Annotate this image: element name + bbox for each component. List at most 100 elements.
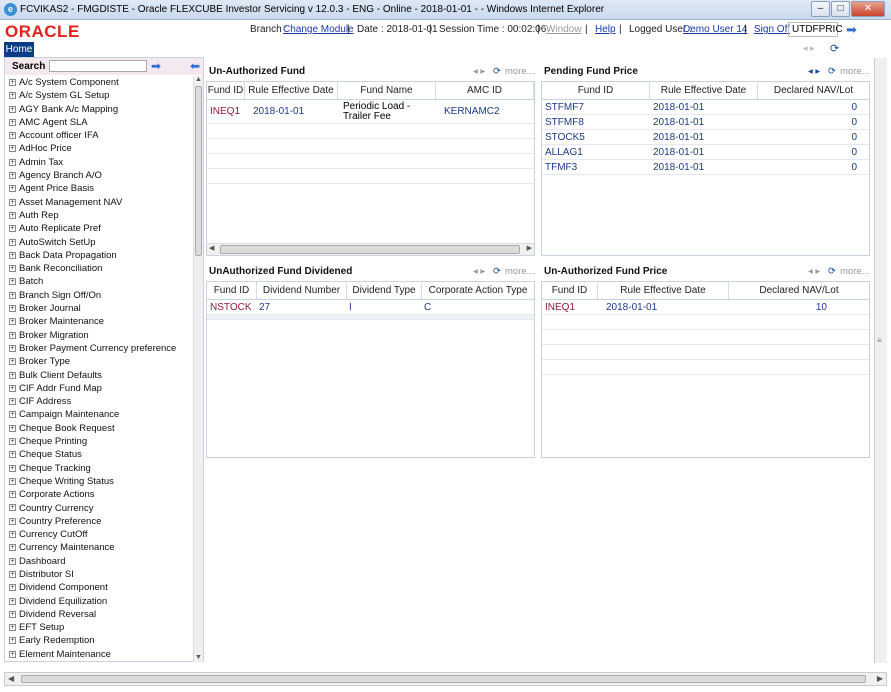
scroll-left-icon[interactable]: ◀ <box>8 674 14 683</box>
main-vertical-scrollbar[interactable]: ≡ <box>874 58 887 663</box>
expand-plus-icon[interactable]: + <box>9 624 16 632</box>
panel-nav-icon[interactable]: ◂ ▸ <box>808 266 820 277</box>
menu-item[interactable]: + Campaign Maintenance <box>5 408 192 421</box>
expand-plus-icon[interactable]: + <box>9 411 16 419</box>
search-input[interactable] <box>49 60 147 72</box>
column-header[interactable]: Dividend Type <box>347 282 422 299</box>
expand-plus-icon[interactable]: + <box>9 344 16 352</box>
scroll-thumb[interactable] <box>195 86 202 256</box>
menu-item[interactable]: + Dividend Reversal <box>5 608 192 621</box>
expand-plus-icon[interactable]: + <box>9 118 16 126</box>
window-link[interactable]: Window <box>546 24 582 35</box>
expand-plus-icon[interactable]: + <box>9 158 16 166</box>
expand-plus-icon[interactable]: + <box>9 464 16 472</box>
menu-item[interactable]: + Agent Price Basis <box>5 182 192 195</box>
expand-plus-icon[interactable]: + <box>9 491 16 499</box>
column-header[interactable]: Rule Effective Date <box>650 82 758 99</box>
collapse-sidebar-icon[interactable]: ⬅ <box>190 60 200 72</box>
more-link[interactable]: more... <box>840 266 870 277</box>
menu-item[interactable]: + Agency Branch A/O <box>5 169 192 182</box>
expand-plus-icon[interactable]: + <box>9 637 16 645</box>
menu-item[interactable]: + Country Currency <box>5 502 192 515</box>
menu-item[interactable]: + Cheque Book Request <box>5 422 192 435</box>
expand-plus-icon[interactable]: + <box>9 78 16 86</box>
column-header[interactable]: Fund ID <box>207 82 245 99</box>
menu-item[interactable]: + Cheque Status <box>5 448 192 461</box>
menu-item[interactable]: + CIF Addr Fund Map <box>5 382 192 395</box>
expand-plus-icon[interactable]: + <box>9 424 16 432</box>
menu-item[interactable]: + Branch Sign Off/On <box>5 289 192 302</box>
menu-item[interactable]: + AutoSwitch SetUp <box>5 236 192 249</box>
more-link[interactable]: more... <box>840 66 870 77</box>
panel-nav-icon[interactable]: ◂ ▸ <box>808 66 820 77</box>
menu-item[interactable]: + A/c System Component <box>5 76 192 89</box>
menu-item[interactable]: + Asset Management NAV <box>5 196 192 209</box>
help-link[interactable]: Help <box>595 24 616 35</box>
menu-item[interactable]: + Early Redemption <box>5 634 192 647</box>
menu-item[interactable]: + AdHoc Price <box>5 142 192 155</box>
maximize-button[interactable]: □ <box>831 1 850 17</box>
menu-item[interactable]: + Dividend Equilization <box>5 595 192 608</box>
expand-plus-icon[interactable]: + <box>9 517 16 525</box>
user-link[interactable]: Demo User 14 <box>683 24 747 35</box>
table-row[interactable]: STOCK5 2018-01-01 0 <box>542 130 869 145</box>
minimize-button[interactable]: – <box>811 1 830 17</box>
table-row[interactable]: INEQ1 2018-01-01 10 <box>542 300 869 315</box>
expand-plus-icon[interactable]: + <box>9 172 16 180</box>
sign-off-link[interactable]: Sign Off <box>754 24 790 35</box>
table-row[interactable]: ALLAG1 2018-01-01 0 <box>542 145 869 160</box>
bottom-horizontal-scrollbar[interactable]: ◀ ▶ <box>4 672 887 686</box>
expand-plus-icon[interactable]: + <box>9 610 16 618</box>
scroll-right-icon[interactable]: ▶ <box>877 674 883 683</box>
panel-nav-icon[interactable]: ◂ ▸ <box>473 266 485 277</box>
scroll-thumb[interactable] <box>220 245 520 254</box>
menu-item[interactable]: + AMC Agent SLA <box>5 116 192 129</box>
expand-plus-icon[interactable]: + <box>9 650 16 658</box>
scroll-right-icon[interactable]: ▶ <box>527 244 532 252</box>
column-header[interactable]: Rule Effective Date <box>245 82 338 99</box>
refresh-icon[interactable]: ⟳ <box>828 66 836 77</box>
menu-item[interactable]: + Cheque Tracking <box>5 462 192 475</box>
expand-plus-icon[interactable]: + <box>9 371 16 379</box>
expand-plus-icon[interactable]: + <box>9 544 16 552</box>
menu-item[interactable]: + Bulk Client Defaults <box>5 369 192 382</box>
expand-plus-icon[interactable]: + <box>9 570 16 578</box>
function-id-input[interactable]: UTDFPRIC <box>788 22 843 37</box>
menu-item[interactable]: + AGY Bank A/c Mapping <box>5 103 192 116</box>
menu-item[interactable]: + Country Preference <box>5 515 192 528</box>
expand-plus-icon[interactable]: + <box>9 211 16 219</box>
column-header[interactable]: Declared NAV/Lot <box>729 282 869 299</box>
expand-plus-icon[interactable]: + <box>9 251 16 259</box>
menu-item[interactable]: + Broker Journal <box>5 302 192 315</box>
menu-item[interactable]: + Currency Maintenance <box>5 541 192 554</box>
expand-plus-icon[interactable]: + <box>9 145 16 153</box>
menu-item[interactable]: + Broker Type <box>5 355 192 368</box>
table-row[interactable]: STFMF8 2018-01-01 0 <box>542 115 869 130</box>
expand-plus-icon[interactable]: + <box>9 477 16 485</box>
table-row[interactable]: INEQ1 2018-01-01 Periodic Load - Trailer… <box>207 100 534 124</box>
menu-item[interactable]: + EFT Setup <box>5 621 192 634</box>
refresh-icon[interactable]: ⟳ <box>493 266 501 277</box>
menu-item[interactable]: + Auto Replicate Pref <box>5 222 192 235</box>
nav-arrows-icon[interactable]: ◂ ▸ <box>803 43 815 54</box>
menu-item[interactable]: + Dividend Component <box>5 581 192 594</box>
expand-plus-icon[interactable]: + <box>9 291 16 299</box>
column-header[interactable]: Fund ID <box>207 282 257 299</box>
column-header[interactable]: Fund ID <box>542 282 598 299</box>
expand-plus-icon[interactable]: + <box>9 265 16 273</box>
menu-item[interactable]: + Currency CutOff <box>5 528 192 541</box>
menu-item[interactable]: + Broker Payment Currency preference <box>5 342 192 355</box>
expand-plus-icon[interactable]: + <box>9 584 16 592</box>
menu-item[interactable]: + Account officer IFA <box>5 129 192 142</box>
menu-item[interactable]: + Cheque Printing <box>5 435 192 448</box>
menu-item[interactable]: + Broker Maintenance <box>5 315 192 328</box>
column-header[interactable]: Fund ID <box>542 82 650 99</box>
expand-plus-icon[interactable]: + <box>9 305 16 313</box>
table-row[interactable]: NSTOCK 27 I C <box>207 300 534 315</box>
scroll-down-icon[interactable]: ▼ <box>195 654 202 661</box>
change-module-link[interactable]: Change Module <box>283 24 354 35</box>
refresh-icon[interactable]: ⟳ <box>830 42 839 55</box>
expand-plus-icon[interactable]: + <box>9 132 16 140</box>
expand-plus-icon[interactable]: + <box>9 451 16 459</box>
expand-plus-icon[interactable]: + <box>9 398 16 406</box>
